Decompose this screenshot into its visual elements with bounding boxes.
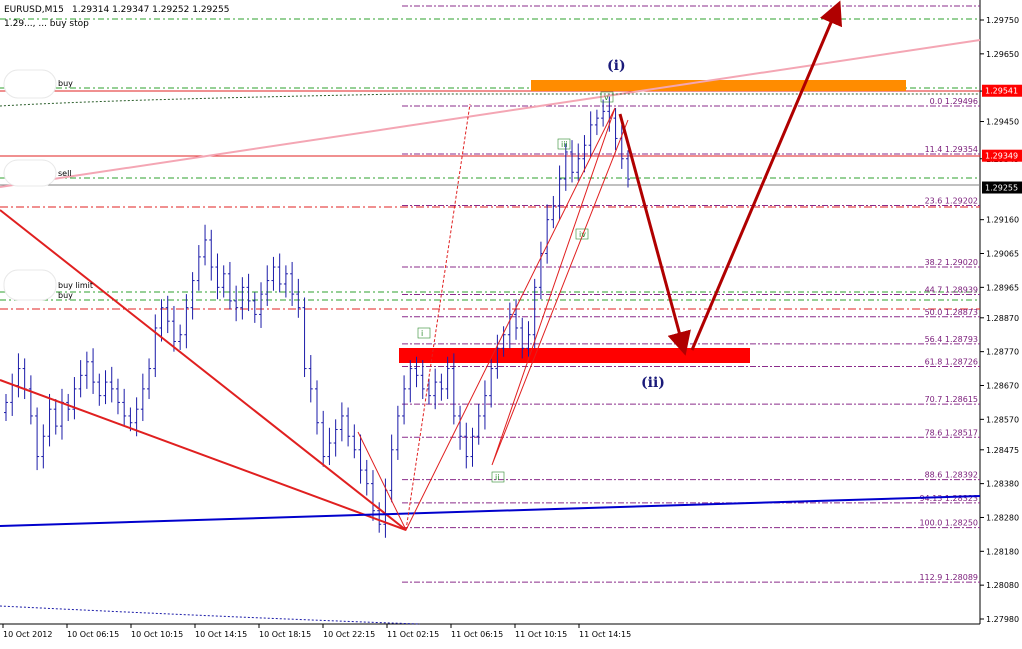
fib-level-label: 70.7 1.28615 (925, 395, 978, 404)
y-tick-label: 1.29750 (986, 16, 1019, 25)
y-tick-label: 1.29160 (986, 216, 1019, 225)
y-tick-label: 1.28180 (986, 547, 1019, 556)
symbol-title: EURUSD,M15 (4, 5, 64, 15)
fib-level-label: 61.8 1.28726 (925, 358, 978, 367)
sub-wave-label: iv (579, 230, 586, 239)
y-tick-label: 1.28965 (986, 283, 1019, 292)
fib-level-label: 0.0 1.29496 (930, 97, 978, 106)
y-tick-label: 1.28870 (986, 314, 1019, 323)
y-tick-label: 1.29065 (986, 250, 1019, 259)
fib-level-label: 100.0 1.28250 (919, 519, 978, 528)
price-tag-label: 1.29255 (985, 184, 1018, 193)
chart-background (0, 0, 1022, 645)
y-tick-label: 1.28380 (986, 480, 1019, 489)
sub-wave-label: v (604, 93, 609, 102)
x-tick-label: 10 Oct 10:15 (131, 630, 183, 639)
x-tick-label: 11 Oct 06:15 (451, 630, 503, 639)
fib-level-label: 78.6 1.28517 (925, 428, 978, 437)
y-tick-label: 1.28080 (986, 581, 1019, 590)
price-tag-label: 1.29349 (985, 152, 1018, 161)
order-bubble (3, 159, 57, 187)
order-label-sell: sell (58, 169, 72, 178)
x-tick-label: 10 Oct 06:15 (67, 630, 119, 639)
resistance-zone (531, 80, 906, 91)
fib-level-label: 50.0 1.28873 (925, 308, 978, 317)
x-tick-label: 11 Oct 02:15 (387, 630, 439, 639)
x-tick-label: 10 Oct 2012 (3, 630, 52, 639)
fib-level-label: 11.4 1.29354 (925, 145, 978, 154)
y-tick-label: 1.28475 (986, 446, 1019, 455)
order-bubble (3, 269, 57, 301)
y-tick-label: 1.29450 (986, 118, 1019, 127)
price-tag-label: 1.29541 (985, 87, 1018, 96)
fib-level-label: 38.2 1.29020 (925, 258, 978, 267)
header-subtitle: 1.29..., ... buy stop (4, 19, 89, 29)
x-tick-label: 11 Oct 10:15 (515, 630, 567, 639)
y-tick-label: 1.29650 (986, 50, 1019, 59)
sub-wave-label: i (421, 329, 423, 338)
fib-level-label: 88.6 1.28392 (925, 471, 978, 480)
sub-wave-label: ii (495, 473, 499, 482)
sub-wave-label: iii (561, 140, 568, 149)
order-bubble (3, 69, 57, 99)
y-tick-label: 1.28670 (986, 381, 1019, 390)
quote-text: 1.29314 1.29347 1.29252 1.29255 (72, 5, 229, 15)
wave-label-i: (i) (607, 58, 626, 74)
chart-canvas[interactable]: 0.0 1.29496 11.4 1.29354 23.6 1.29202 38.2 … (0, 0, 1022, 645)
x-tick-label: 11 Oct 14:15 (579, 630, 631, 639)
x-tick-label: 10 Oct 22:15 (323, 630, 375, 639)
order-label-buy-2: buy (58, 291, 73, 300)
fib-level-label: 44.7 1.28939 (925, 285, 978, 294)
y-tick-label: 1.28280 (986, 513, 1019, 522)
x-tick-label: 10 Oct 18:15 (259, 630, 311, 639)
y-tick-label: 1.28770 (986, 348, 1019, 357)
order-label-buy: buy (58, 79, 73, 88)
fib-level-label: 56.4 1.28793 (925, 335, 978, 344)
fib-level-label: 112.9 1.28089 (919, 573, 978, 582)
y-tick-label: 1.27980 (986, 615, 1019, 624)
y-tick-label: 1.28570 (986, 415, 1019, 424)
order-label-buy-limit: buy limit (58, 281, 93, 290)
target-zone (399, 348, 750, 363)
wave-label-ii: (ii) (641, 375, 665, 391)
chart[interactable]: 0.0 1.29496 11.4 1.29354 23.6 1.29202 38.2 … (0, 0, 1022, 645)
x-tick-label: 10 Oct 14:15 (195, 630, 247, 639)
fib-level-label: 23.6 1.29202 (925, 196, 978, 205)
